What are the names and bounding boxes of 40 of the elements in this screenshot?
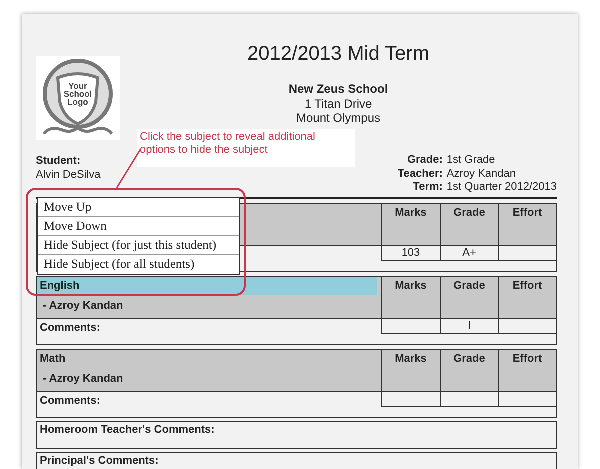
column-header: Effort [498, 204, 556, 246]
menu-item[interactable]: Move Up [38, 198, 239, 217]
annotation-text: Click the subject to reveal additional options to hide the subject [137, 129, 355, 167]
school-address: Mount Olympus [295, 111, 382, 125]
column-header: Grade [440, 276, 498, 318]
comment-box-label: Homeroom Teacher's Comments: [36, 420, 557, 448]
menu-item[interactable]: Move Down [38, 217, 239, 236]
student-label: Student: [36, 154, 82, 168]
info-value: 1st Grade [446, 154, 496, 168]
column-header: Effort [498, 350, 556, 392]
grade-value: I [440, 318, 498, 334]
column-header: Marks [381, 276, 440, 318]
value-cell [440, 392, 498, 406]
info-value: Azroy Kandan [446, 168, 518, 181]
teacher-name: - Azroy Kandan [42, 298, 124, 314]
info-label: Teacher: [398, 168, 443, 181]
grade-value: 103 [381, 246, 440, 260]
column-header: Marks [381, 350, 440, 392]
info-value: 1st Quarter 2012/2013 [446, 181, 557, 194]
comment-box-label: Principal's Comments: [36, 452, 557, 469]
column-header: Marks [381, 204, 440, 246]
menu-item[interactable]: Hide Subject (for just this student) [38, 236, 239, 255]
student-name: Alvin DeSilva [36, 168, 101, 182]
value-cell [381, 318, 440, 334]
info-label: Term: [412, 181, 443, 194]
column-header: Effort [498, 276, 556, 318]
subject-name[interactable]: English [37, 276, 377, 294]
value-cell [381, 392, 440, 406]
menu-item[interactable]: Hide Subject (for all students) [38, 255, 239, 274]
teacher-name: - Azroy Kandan [42, 372, 124, 386]
info-label: Grade: [406, 154, 443, 168]
school-name: New Zeus School [288, 82, 390, 97]
column-header: Grade [440, 204, 498, 246]
column-header: Grade [440, 350, 498, 392]
subject-name[interactable]: Math [37, 350, 381, 368]
comments-label: Comments: [39, 394, 102, 408]
grade-value: A+ [440, 246, 498, 260]
comments-label: Comments: [39, 320, 102, 336]
school-address: 1 Titan Drive [304, 97, 374, 111]
report-title: 2012/2013 Mid Term [246, 42, 430, 66]
